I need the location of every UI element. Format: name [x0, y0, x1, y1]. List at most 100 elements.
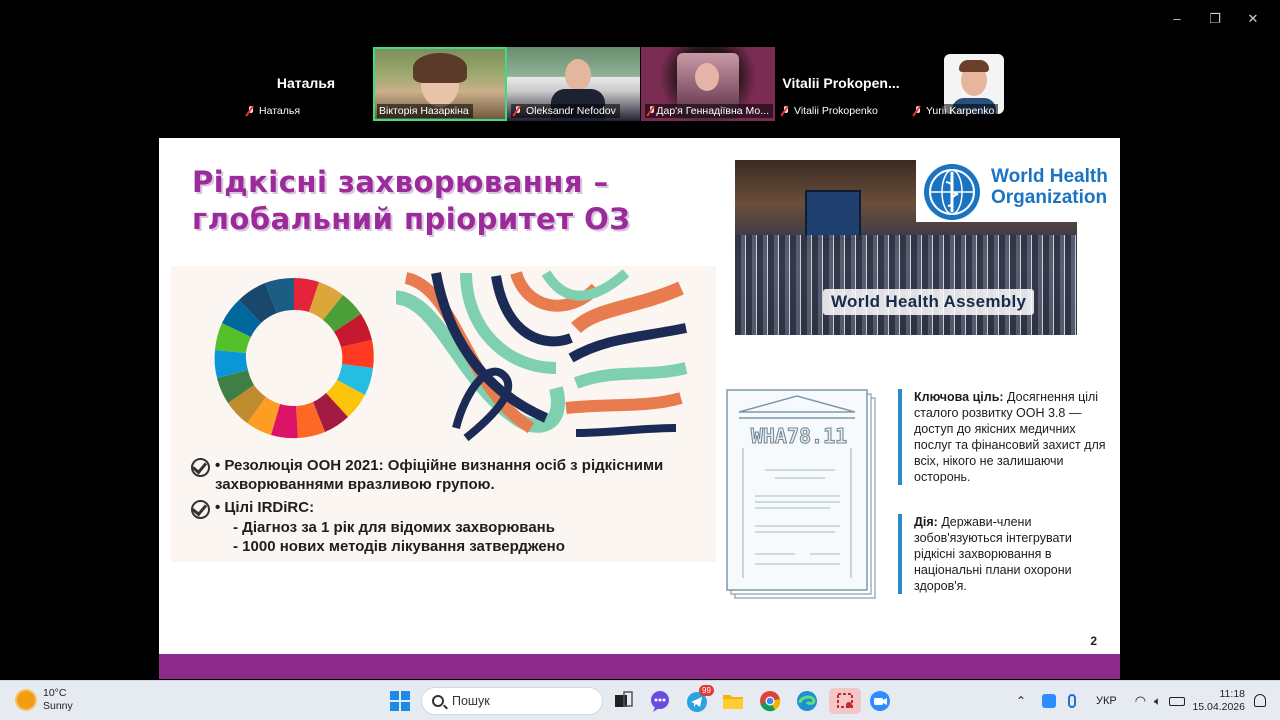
task-view-icon [615, 691, 633, 707]
slide-footer-bar [159, 654, 1120, 679]
info-key-goal-text: Досягнення цілі сталого розвитку ООН 3.8… [914, 390, 1106, 484]
participant-hair [413, 53, 467, 83]
participant-label: Vitalii Prokopenko [779, 104, 882, 118]
sdg-infographic: • Резолюція ООН 2021: Офіційне визнання … [171, 266, 716, 562]
participant-name: Наталья [259, 105, 301, 117]
slide-title-line1: Рідкісні захворювання – [192, 165, 609, 199]
wifi-icon[interactable]: ◠ [1135, 693, 1146, 709]
who-name-line2: Organization [991, 187, 1108, 208]
participant-name: Yurii Karpenko [926, 105, 995, 117]
snipping-icon [837, 693, 853, 708]
participant-tile-oleksandr[interactable]: Oleksandr Nefodov [507, 47, 640, 121]
who-emblem-icon [924, 164, 980, 220]
slide-page-number: 2 [1090, 634, 1097, 648]
bullet-irdirc: • Цілі IRDiRC: [189, 498, 709, 519]
search-icon [432, 695, 444, 707]
slide-bullets: • Резолюція ООН 2021: Офіційне визнання … [189, 456, 709, 556]
chrome-icon [760, 691, 781, 712]
mic-muted-icon [913, 105, 923, 117]
mic-muted-icon [513, 105, 523, 117]
telegram-button[interactable]: 99 [684, 685, 714, 714]
taskbar: 10°C Sunny Пошук 99 ⌃ УКР ◠ 🔈︎ 11:18 15.… [0, 680, 1280, 720]
participant-label: Yurii Karpenko [911, 104, 999, 118]
screen: – ❐ ✕ Наталья Наталья Вікторія Назаркіна… [0, 0, 1280, 720]
clock-date: 15.04.2026 [1192, 701, 1245, 713]
start-button[interactable] [387, 688, 413, 714]
battery-icon[interactable] [1169, 696, 1186, 706]
sun-icon [17, 691, 35, 709]
info-key-goal: Ключова ціль: Досягнення цілі сталого ро… [898, 389, 1108, 485]
who-name-line1: World Health [991, 166, 1108, 187]
language-indicator[interactable]: УКР [1096, 695, 1117, 707]
resolution-document-icon [726, 389, 876, 599]
weather-condition: Sunny [43, 700, 73, 712]
participant-tile-vitalii[interactable]: Vitalii Prokopen... Vitalii Prokopenko [775, 47, 907, 121]
chat-bubble-icon [651, 691, 669, 712]
slide-title-line2: глобальний пріоритет ОЗ [192, 202, 631, 236]
mic-muted-icon [781, 105, 791, 117]
wha-banner: World Health Assembly [823, 289, 1035, 315]
weather-temp: 10°C [43, 687, 67, 699]
mic-muted-icon [246, 105, 256, 117]
participant-name: Дар'я Геннадіївна Мо... [656, 105, 769, 117]
bullet-text: • Цілі IRDiRC: [215, 499, 315, 516]
participant-label: Oleksandr Nefodov [511, 104, 620, 118]
participant-name: Vitalii Prokopenko [794, 105, 878, 117]
assembly-seats [735, 235, 1077, 335]
clock-time: 11:18 [1219, 688, 1246, 700]
defender-icon[interactable] [1042, 694, 1056, 708]
participant-tile-natalia[interactable]: Наталья Наталья [240, 47, 372, 121]
sdg-wheel-icon [214, 277, 374, 439]
participant-label: Вікторія Назаркіна [377, 104, 473, 118]
mic-muted-icon [647, 105, 655, 117]
slide-title: Рідкісні захворювання – глобальний пріор… [192, 164, 712, 238]
zoom-icon [870, 691, 890, 711]
zebra-ribbon-icon [396, 269, 688, 442]
participant-label: Дар'я Геннадіївна Мо... [645, 104, 773, 118]
participant-big-name: Vitalii Prokopen... [782, 75, 900, 91]
restore-button[interactable]: ❐ [1196, 10, 1234, 28]
weather-widget[interactable]: 10°C Sunny [17, 687, 73, 713]
close-button[interactable]: ✕ [1234, 10, 1272, 28]
check-circle-icon [189, 498, 211, 519]
participant-label: Наталья [244, 104, 305, 118]
windows-logo-icon [390, 691, 410, 711]
bullet-sub-item: - Діагноз за 1 рік для відомих захворюва… [233, 519, 555, 536]
info-key-goal-label: Ключова ціль: [914, 390, 1004, 404]
check-circle-icon [189, 456, 211, 477]
system-tray: ⌃ УКР ◠ 🔈︎ [1012, 681, 1186, 720]
bullet-text: • Резолюція ООН 2021: Офіційне визнання … [215, 457, 664, 493]
search-placeholder: Пошук [452, 694, 490, 708]
edge-button[interactable] [794, 688, 820, 714]
folder-icon [723, 695, 743, 709]
snipping-tool-button[interactable] [829, 688, 861, 714]
microphone-icon[interactable] [1068, 694, 1076, 708]
participant-name: Вікторія Назаркіна [379, 105, 469, 117]
participant-video [695, 63, 719, 91]
copilot-button[interactable] [647, 688, 673, 714]
participant-name: Oleksandr Nefodov [526, 105, 616, 117]
participant-tile-yurii[interactable]: Yurii Karpenko [907, 47, 1041, 121]
clock[interactable]: 11:18 15.04.2026 [1192, 688, 1245, 714]
notification-bell-icon[interactable] [1254, 694, 1266, 707]
resolution-code: WHA78.11 [750, 424, 848, 449]
shared-slide: Рідкісні захворювання – глобальний пріор… [159, 138, 1120, 679]
chevron-up-icon[interactable]: ⌃ [1012, 694, 1030, 708]
who-logo: World Health Organization [916, 160, 1109, 222]
file-explorer-button[interactable] [720, 688, 746, 714]
taskbar-search[interactable]: Пошук [421, 687, 603, 715]
info-action: Дія: Держави-члени зобов'язуються інтегр… [898, 514, 1108, 594]
notification-badge: 99 [699, 685, 714, 696]
zoom-button[interactable] [867, 688, 893, 714]
window-controls: – ❐ ✕ [1158, 10, 1272, 28]
minimize-button[interactable]: – [1158, 10, 1196, 28]
chrome-button[interactable] [757, 688, 783, 714]
participant-tile-daria[interactable]: Дар'я Геннадіївна Мо... [641, 47, 775, 121]
info-action-text: Держави-члени зобов'язуються інтегрувати… [914, 515, 1072, 593]
stage-screen [805, 190, 861, 240]
task-view-button[interactable] [610, 688, 636, 714]
volume-icon[interactable]: 🔈︎ [1154, 694, 1161, 709]
participant-tile-viktoriia[interactable]: Вікторія Назаркіна [373, 47, 507, 121]
edge-icon [797, 691, 817, 711]
info-action-label: Дія: [914, 515, 938, 529]
